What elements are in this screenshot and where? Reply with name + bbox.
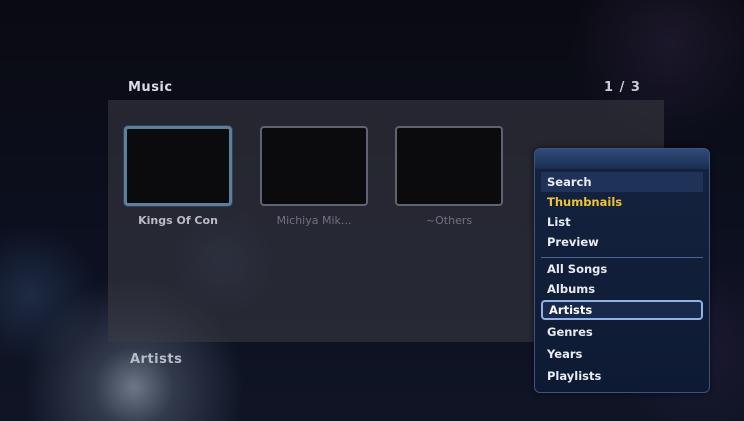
menu-header-bar [535, 149, 709, 169]
current-category-label: Artists [130, 352, 183, 367]
thumbnail-kings-of-con[interactable] [124, 126, 232, 206]
thumbnail-label-michiya: Michiya Mik... [276, 214, 352, 227]
menu-item-playlists[interactable]: Playlists [541, 366, 703, 386]
thumbnail-michiya[interactable] [260, 126, 368, 206]
menu-item-search[interactable]: Search [541, 172, 703, 192]
page-counter: 1 / 3 [604, 80, 641, 95]
menu-item-thumbnails[interactable]: Thumbnails [541, 192, 703, 212]
menu-item-artists[interactable]: Artists [541, 300, 703, 320]
menu-divider [541, 257, 703, 258]
menu-item-genres[interactable]: Genres [541, 322, 703, 342]
options-menu: Search Thumbnails List Preview All Songs… [534, 148, 710, 393]
media-player-screen: Music 1 / 3 Kings Of Con Michiya Mik... … [0, 0, 744, 421]
thumbnail-others[interactable] [395, 126, 503, 206]
thumbnail-label-others: ~Others [425, 214, 473, 227]
page-title: Music [128, 80, 173, 95]
menu-item-list[interactable]: List [541, 212, 703, 232]
menu-item-years[interactable]: Years [541, 344, 703, 364]
menu-item-all-songs[interactable]: All Songs [541, 259, 703, 279]
thumbnail-label-kings-of-con: Kings Of Con [138, 214, 218, 227]
menu-item-preview[interactable]: Preview [541, 232, 703, 252]
menu-item-albums[interactable]: Albums [541, 279, 703, 299]
